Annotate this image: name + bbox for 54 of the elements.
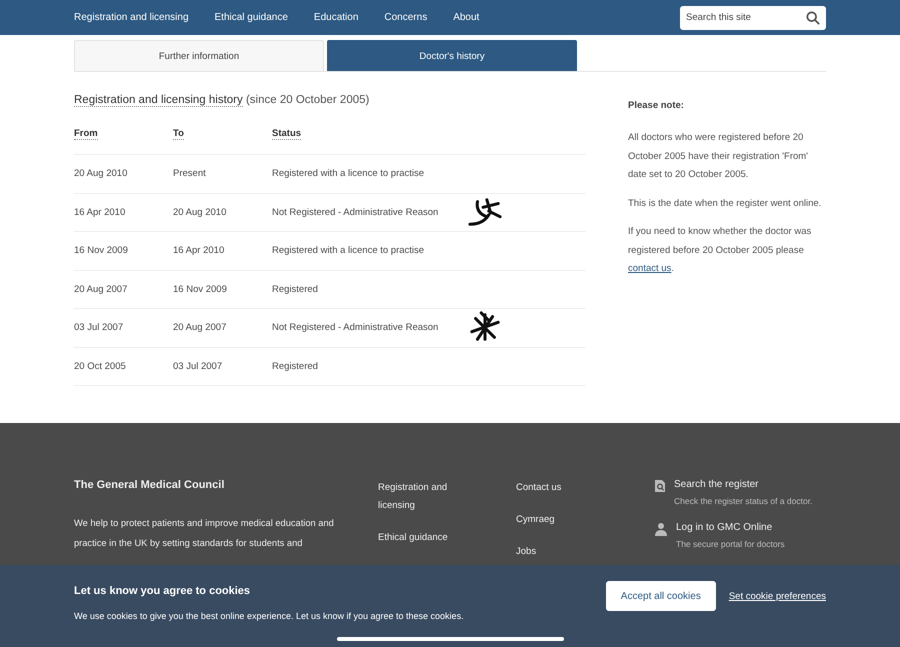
search-field[interactable]: Search this site	[680, 6, 826, 30]
table-cell-text: Present	[173, 168, 207, 180]
table-cell-text: 20 Aug 2007	[173, 322, 228, 334]
table-cell-text: 20 Aug 2010	[74, 168, 128, 180]
table-cell-text: 03 Jul 2007	[74, 322, 124, 334]
table-cell-text: 16 Nov 2009	[74, 245, 129, 256]
table-cell-text: Not Registered - Administrative Reason	[272, 206, 440, 218]
table-cell-text: Registered with a licence to practise	[272, 245, 426, 256]
table-cell-text: Not Registered - Administrative Reason	[272, 322, 440, 334]
accept-cookies-button[interactable]: Accept all cookies	[606, 581, 716, 611]
note-paragraph: If you need to know whether the doctor was registered before 20 October 2005 please contact us.	[628, 225, 812, 276]
column-header: To	[173, 128, 184, 140]
cookie-text: We use cookies to give you the best online experience. Let us know if you agree to these cookies.	[74, 611, 464, 621]
table-cell-text: Registered	[272, 284, 319, 295]
table-cell-text: 16 Apr 2010	[74, 206, 126, 218]
table-cell-text: Registered with a licence to practise	[272, 168, 426, 180]
nav-link[interactable]: About	[453, 12, 480, 23]
service-link[interactable]: Search the register	[674, 479, 812, 490]
contact-link[interactable]: contact us	[628, 263, 672, 274]
footer-link[interactable]: Registration and licensing	[378, 479, 478, 515]
footer-paragraph: We help to protect patients and improve medical education and practice in the UK by setting standards for students and	[74, 517, 335, 550]
document-search-icon	[654, 479, 666, 493]
service-description: The secure portal for doctors	[676, 539, 785, 549]
table-cell-text: 16 Nov 2009	[173, 284, 228, 295]
nav-link[interactable]: Education	[314, 12, 358, 23]
footer-title: The General Medical Council	[74, 479, 226, 491]
table-cell-text: 20 Aug 2010	[173, 206, 228, 218]
footer-link[interactable]: Ethical guidance	[378, 529, 478, 547]
note-paragraph: All doctors who were registered before 20 October 2005 have their registration 'From' date set to 20 October 2005.	[628, 131, 809, 182]
user-icon	[654, 522, 668, 536]
table-cell-text: Registered	[272, 360, 319, 372]
search-icon[interactable]	[806, 10, 820, 24]
service-link[interactable]: Log in to GMC Online	[676, 522, 785, 533]
nav-link[interactable]: Concerns	[384, 12, 428, 23]
table-cell-text: 03 Jul 2007	[173, 360, 224, 372]
column-header: Status	[272, 128, 302, 140]
footer-link[interactable]: Contact us	[516, 479, 616, 497]
table-cell-text: 20 Oct 2005	[74, 360, 127, 372]
footer-link[interactable]: Jobs	[516, 543, 616, 561]
cookie-title: Let us know you agree to cookies	[74, 585, 252, 597]
tab[interactable]: Doctor's history	[327, 40, 577, 71]
note-heading: Please note:	[628, 100, 685, 111]
section-subtitle: (since 20 October 2005)	[246, 94, 370, 106]
cookie-preferences-link[interactable]: Set cookie preferences	[728, 590, 826, 602]
nav-link[interactable]: Ethical guidance	[214, 12, 288, 23]
footer-link[interactable]: Cymraeg	[516, 511, 616, 529]
nav-link[interactable]: Registration and licensing	[74, 12, 189, 23]
column-header: From	[74, 128, 98, 140]
table-cell-text: 16 Apr 2010	[173, 245, 226, 256]
tab[interactable]: Further information	[74, 40, 324, 71]
service-description: Check the register status of a doctor.	[674, 496, 812, 506]
note-paragraph: This is the date when the register went online.	[628, 196, 822, 210]
section-title: Registration and licensing history	[74, 94, 243, 107]
table-cell-text: 20 Aug 2007	[74, 284, 128, 295]
